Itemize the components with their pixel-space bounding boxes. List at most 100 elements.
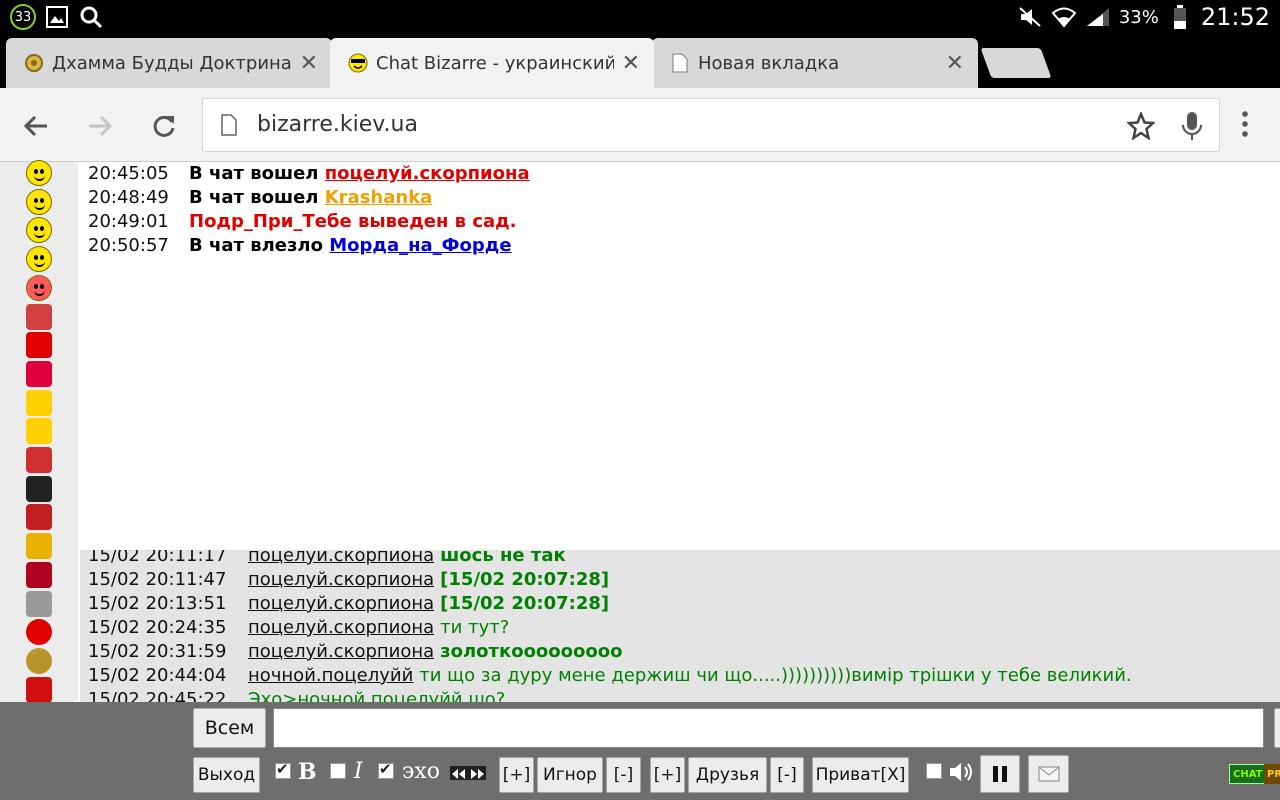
sound-checkbox[interactable]	[926, 763, 942, 779]
grin-icon[interactable]	[26, 160, 52, 186]
pr-counter-logo[interactable]: PR	[1264, 764, 1280, 784]
notification-count-badge: 33	[10, 4, 36, 30]
wine-glass-icon[interactable]	[26, 561, 52, 588]
rose-icon[interactable]	[26, 303, 52, 330]
mail-button[interactable]	[1028, 755, 1069, 793]
ignore-button[interactable]: Игнор	[537, 757, 603, 793]
message-time: 20:49:01	[88, 211, 169, 232]
cigarette-icon[interactable]	[26, 590, 52, 617]
new-tab-button[interactable]	[980, 48, 1052, 78]
dizzy-icon[interactable]	[26, 246, 52, 273]
thumbs-up-icon[interactable]	[26, 389, 52, 416]
skull-icon[interactable]	[26, 475, 52, 502]
private-button[interactable]: Приват[X]	[812, 757, 909, 793]
tongue-icon[interactable]	[26, 447, 52, 473]
heart-icon[interactable]	[26, 332, 52, 359]
overflow-menu-icon[interactable]	[1240, 110, 1250, 142]
battery-icon	[1167, 4, 1193, 30]
mute-icon	[1017, 4, 1043, 30]
italic-label: I	[354, 759, 363, 784]
message-text: Подр_При_Тебе выведен в сад.	[189, 211, 517, 232]
nick-link[interactable]: поцелуй.скорпиона	[248, 550, 434, 566]
friends-add-button[interactable]: [+]	[650, 757, 685, 793]
nick-link[interactable]: ночной.поцелуйй	[248, 665, 413, 686]
private-message-line: 15/02 20:44:04 ночной.поцелуйй ти що за ду…	[88, 664, 1132, 688]
tab-close-icon[interactable]: ✕	[946, 51, 964, 76]
exit-button[interactable]: Выход	[193, 757, 260, 793]
stop-sign-icon[interactable]	[26, 619, 52, 646]
smiley-panel	[0, 160, 78, 703]
chat-line: 20:45:05 В чат вошел поцелуй.скорпиона	[88, 162, 1280, 186]
friends-button[interactable]: Друзья	[688, 757, 767, 793]
tab-close-icon[interactable]: ✕	[300, 51, 318, 76]
private-message-line: 15/02 20:13:51 поцелуй.скорпиона [15/02 20…	[88, 592, 609, 616]
tea-cup-icon[interactable]	[26, 504, 52, 531]
message-text: ти що за дуру мене держиш чи що.....))))…	[419, 665, 1132, 686]
bookmark-star-icon[interactable]	[1125, 110, 1157, 144]
thumbs-down-icon[interactable]	[26, 418, 52, 445]
private-messages-panel[interactable]: 15/02 20:11:17 поцелуй.скорпиона шось не т…	[80, 550, 1280, 702]
nick-link[interactable]: поцелуй.скорпиона	[325, 163, 530, 184]
echo-checkbox[interactable]	[378, 760, 394, 779]
nick-link[interactable]: Krashanka	[325, 187, 433, 208]
message-time: 15/02 20:44:04	[88, 665, 227, 686]
nick-link[interactable]: поцелуй.скорпиона	[248, 593, 434, 614]
private-message-line: 15/02 20:24:35 поцелуй.скорпиона ти тут?	[88, 616, 509, 640]
private-message-line: 15/02 20:11:47 поцелуй.скорпиона [15/02 20…	[88, 568, 609, 592]
ignore-remove-button[interactable]: [-]	[606, 757, 641, 793]
echo-label: эхо	[402, 759, 440, 784]
message-time: 15/02 20:13:51	[88, 593, 227, 614]
wink-icon[interactable]	[26, 217, 52, 244]
tab-title: Chat Bizarre - украинский	[376, 52, 614, 74]
message-time: 15/02 20:11:17	[88, 550, 227, 566]
message-input[interactable]	[273, 708, 1264, 748]
recipient-button[interactable]: Всем	[193, 708, 266, 748]
italic-checkbox[interactable]	[330, 763, 346, 779]
smile-icon[interactable]	[26, 188, 52, 215]
tab-title: Новая вкладка	[698, 52, 840, 74]
nick-link[interactable]: поцелуй.скорпиона	[248, 569, 434, 590]
car-icon[interactable]	[26, 676, 52, 703]
private-message-line: 15/02 20:31:59 поцелуй.скорпиона золоткооо…	[88, 640, 623, 664]
address-bar[interactable]: bizarre.kiev.ua	[202, 98, 1220, 152]
echo-arrows-icon[interactable]	[450, 766, 486, 780]
friends-remove-button[interactable]: [-]	[770, 757, 804, 793]
tab-chat-bizarre[interactable]: Chat Bizarre - украинский ✕	[330, 38, 654, 88]
back-icon[interactable]	[20, 110, 52, 142]
dharma-wheel-icon	[24, 53, 44, 73]
send-button[interactable]	[1274, 708, 1280, 748]
ignore-add-button[interactable]: [+]	[499, 757, 534, 793]
web-page: 20:45:05 В чат вошел поцелуй.скорпиона 20…	[0, 160, 1280, 703]
forward-icon[interactable]	[84, 110, 116, 142]
chat-counter-logo[interactable]: CHAT	[1229, 764, 1267, 784]
nick-link[interactable]: поцелуй.скорпиона	[248, 641, 434, 662]
reload-icon[interactable]	[148, 110, 180, 142]
kiss-lips-icon[interactable]	[26, 360, 52, 387]
chat-line: 20:49:01 Подр_При_Тебе выведен в сад.	[88, 210, 1280, 234]
tab-close-icon[interactable]: ✕	[622, 51, 640, 76]
signal-icon	[1085, 4, 1111, 30]
message-time: 15/02 20:31:59	[88, 641, 227, 662]
message-text: [15/02 20:07:28]	[440, 569, 610, 590]
message-time: 20:45:05	[88, 163, 169, 184]
tab-new-tab[interactable]: Новая вкладка ✕	[652, 38, 978, 88]
android-status-bar: 33 33% 21:52	[0, 0, 1280, 34]
url-text[interactable]: bizarre.kiev.ua	[257, 112, 418, 137]
tab-dhamma[interactable]: Дхамма Будды Доктрина ✕	[6, 38, 332, 88]
message-text: Эхо>ночной.поцелуйй шо?	[248, 689, 506, 702]
nick-link[interactable]: Морда_на_Форде	[329, 235, 511, 256]
search-icon	[78, 4, 104, 30]
coin-icon[interactable]	[26, 647, 52, 674]
angry-icon[interactable]	[26, 274, 52, 301]
bold-checkbox[interactable]	[275, 760, 291, 779]
beer-icon[interactable]	[26, 533, 52, 560]
microphone-icon[interactable]	[1181, 111, 1203, 145]
message-time: 15/02 20:24:35	[88, 617, 227, 638]
message-time: 20:50:57	[88, 235, 169, 256]
clock: 21:52	[1200, 3, 1270, 31]
nick-link[interactable]: поцелуй.скорпиона	[248, 617, 434, 638]
message-time: 15/02 20:45:22	[88, 689, 227, 702]
message-text: [15/02 20:07:28]	[440, 593, 610, 614]
sunglasses-smiley-icon	[348, 53, 368, 73]
pause-button[interactable]	[980, 755, 1020, 793]
